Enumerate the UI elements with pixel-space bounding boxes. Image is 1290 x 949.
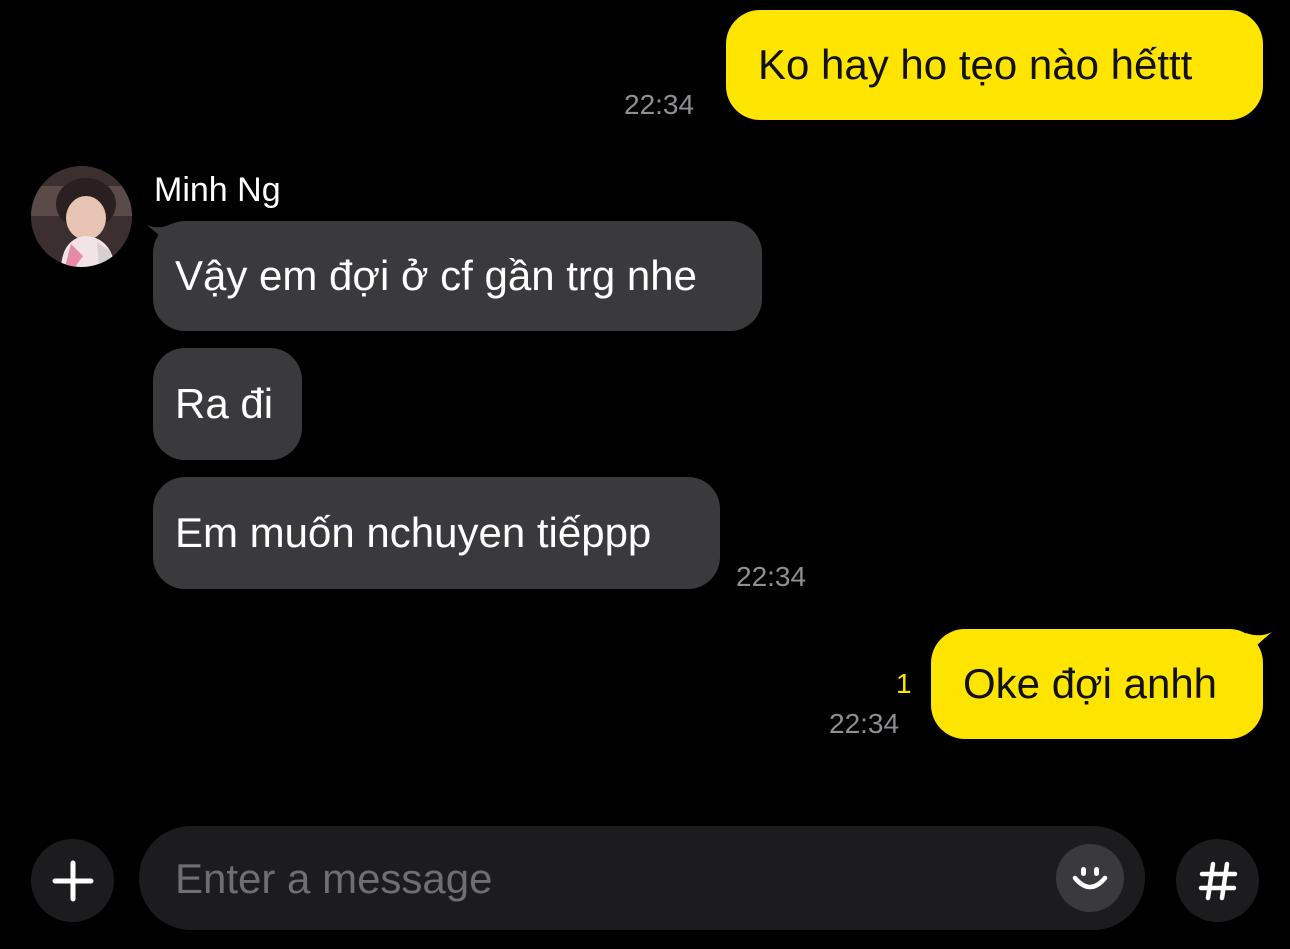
message-input-bar — [139, 826, 1145, 932]
message-text: Ra đi — [175, 380, 274, 427]
message-timestamp: 22:34 — [624, 89, 695, 120]
contact-avatar[interactable] — [31, 166, 132, 267]
incoming-message-bubble[interactable]: Ra đi — [153, 348, 302, 460]
hashtag-icon — [1198, 861, 1237, 900]
plus-icon — [52, 860, 93, 901]
message-timestamp: 22:34 — [736, 561, 807, 592]
message-text: Em muốn nchuyen tiếppp — [175, 509, 652, 556]
message-text: Vậy em đợi ở cf gần trg nhe — [175, 252, 698, 299]
outgoing-message-bubble[interactable]: Oke đợi anhh — [931, 629, 1263, 739]
smiley-icon — [1072, 867, 1108, 890]
message-input[interactable] — [173, 826, 1037, 932]
incoming-message-bubble[interactable]: Vậy em đợi ở cf gần trg nhe — [153, 221, 762, 331]
message-timestamp: 22:34 — [829, 708, 900, 739]
sender-name: Minh Ng — [154, 171, 281, 209]
message-text: Oke đợi anhh — [963, 660, 1218, 707]
outgoing-message-bubble[interactable]: Ko hay ho tẹo nào hếttt — [726, 10, 1263, 120]
hashtag-button[interactable] — [1176, 839, 1259, 922]
incoming-message-bubble[interactable]: Em muốn nchuyen tiếppp — [153, 477, 720, 589]
unread-count: 1 — [896, 668, 912, 699]
emoji-button[interactable] — [1056, 844, 1124, 912]
avatar-photo — [31, 166, 132, 267]
add-attachment-button[interactable] — [31, 839, 114, 922]
message-text: Ko hay ho tẹo nào hếttt — [758, 41, 1193, 88]
